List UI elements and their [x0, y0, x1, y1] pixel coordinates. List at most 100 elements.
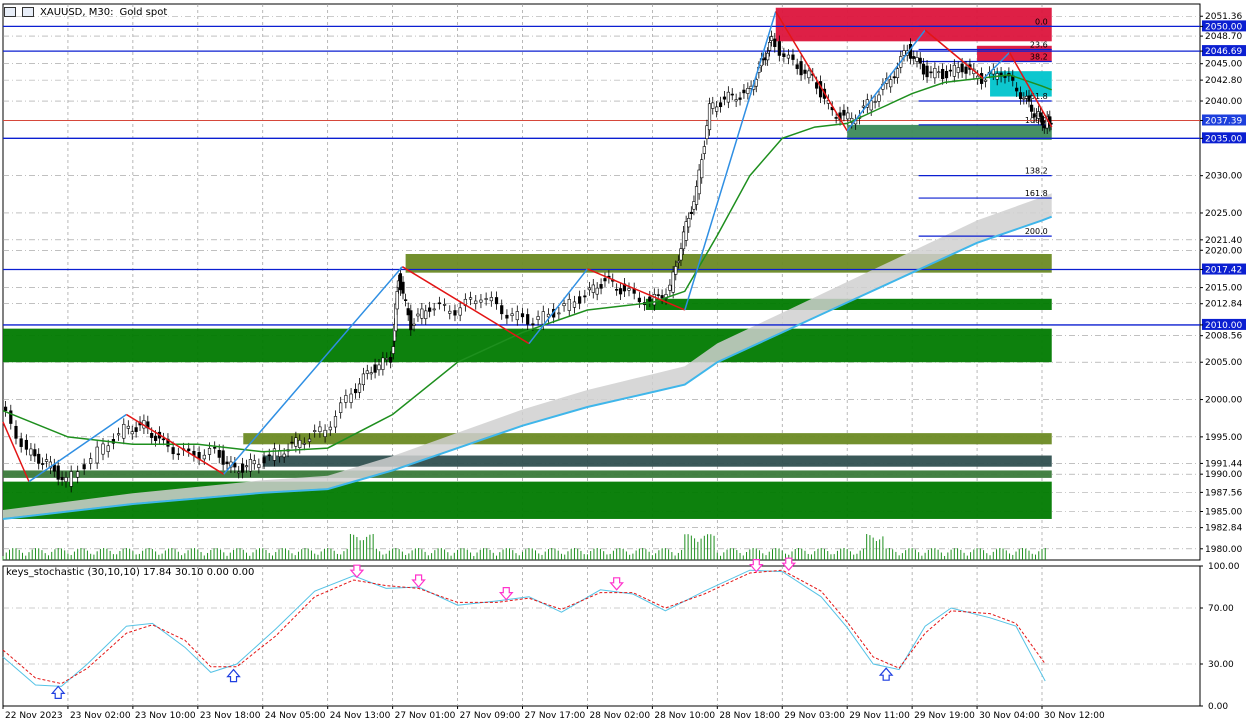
candle-body [767, 42, 772, 51]
price-axis-label: 2040.00 [1205, 97, 1242, 107]
time-axis-label: 23 Nov 18:00 [200, 711, 261, 721]
candle-body [766, 52, 770, 61]
time-axis-label: 24 Nov 13:00 [330, 711, 391, 721]
price-zone [3, 328, 1052, 363]
candle-body [583, 295, 587, 298]
candle-body [956, 67, 960, 73]
time-axis-label: 22 Nov 2023 [5, 711, 63, 721]
candle-body [420, 308, 424, 319]
candle-body [846, 112, 850, 120]
time-axis-label: 28 Nov 10:00 [654, 711, 715, 721]
candle-body [328, 426, 332, 431]
time-axis-label: 29 Nov 11:00 [849, 711, 910, 721]
candle-body [474, 300, 478, 304]
candle-body [282, 453, 286, 458]
candle-body [603, 278, 607, 282]
candle-body [333, 416, 338, 428]
candle-body [738, 97, 742, 100]
candle-body [964, 66, 968, 74]
price-axis-label: 2030.00 [1205, 172, 1242, 182]
candle-body [705, 125, 709, 140]
candle-body [694, 186, 699, 205]
time-axis-label: 27 Nov 09:00 [460, 711, 521, 721]
candle-body [834, 117, 838, 119]
price-axis-label: 2050.00 [1205, 22, 1242, 32]
price-axis-label: 1991.44 [1205, 459, 1242, 469]
candle-body [915, 57, 919, 62]
candle-body [877, 94, 881, 102]
candle-body [150, 432, 154, 438]
candle-body [257, 464, 261, 468]
time-axis-label: 27 Nov 17:00 [525, 711, 586, 721]
candle-body [41, 463, 45, 465]
stochastic-axis-label: 0.00 [1208, 702, 1228, 712]
indicator-title: keys_stochastic (30,10,10) 17.84 30.10 0… [6, 567, 255, 578]
candle-body [861, 105, 866, 108]
candle-body [567, 298, 571, 311]
candle-body [76, 471, 80, 478]
fib-level-label: 23.6 [1030, 41, 1048, 50]
candle-body [357, 383, 362, 393]
candle-body [692, 201, 696, 210]
candle-body [69, 471, 73, 487]
candle-body [349, 393, 353, 403]
candle-body [484, 298, 488, 300]
candle-body [815, 82, 819, 89]
candle-body [369, 372, 373, 375]
candle-body [933, 67, 937, 79]
candle-body [290, 441, 294, 444]
candle-body [674, 266, 678, 275]
candle-body [217, 450, 221, 458]
price-axis-label: 2048.70 [1205, 32, 1242, 42]
candle-body [782, 53, 786, 57]
time-axis-label: 23 Nov 10:00 [135, 711, 196, 721]
candle-body [1030, 104, 1034, 112]
candle-body [187, 448, 191, 452]
candle-body [929, 71, 933, 74]
price-axis-label: 1985.00 [1205, 507, 1242, 517]
candle-body [892, 76, 896, 79]
candle-body [267, 454, 271, 457]
candle-body [130, 431, 134, 435]
price-axis-label: 1987.56 [1205, 488, 1242, 498]
candle-body [344, 395, 348, 403]
fib-level-label: 38.2 [1030, 52, 1048, 61]
one-click-trading-icon[interactable] [22, 7, 34, 17]
candle-body [307, 438, 312, 442]
candle-body [541, 311, 545, 325]
price-axis-label: 1982.84 [1205, 524, 1242, 534]
candle-body [668, 284, 672, 291]
candle-body [595, 287, 599, 295]
candle-body [412, 323, 416, 326]
candle-body [912, 56, 916, 59]
time-axis-label: 23 Nov 02:00 [70, 711, 131, 721]
candle-body [416, 313, 420, 317]
candle-body [730, 93, 734, 96]
candle-body [944, 70, 949, 79]
candle-body [960, 63, 964, 73]
price-axis-label: 2021.40 [1205, 236, 1242, 246]
candle-body [448, 310, 452, 314]
candle-body [122, 423, 126, 439]
chart-menu-icon[interactable] [4, 7, 16, 17]
candle-body [676, 260, 680, 263]
candle-body [1015, 87, 1019, 92]
candle-body [373, 364, 377, 373]
candle-body [500, 305, 504, 315]
time-axis-label: 29 Nov 19:00 [914, 711, 975, 721]
candle-body [302, 443, 306, 445]
candle-body [298, 440, 302, 448]
stochastic-axis-label: 70.00 [1208, 604, 1234, 614]
candle-body [252, 460, 256, 465]
chart-header: XAUUSD, M30: Gold spot [4, 4, 167, 20]
candle-body [591, 284, 595, 293]
price-chart[interactable]: 0.023.638.261.8100.0138.2161.8200.02051.… [0, 0, 1252, 722]
candle-body [244, 465, 249, 468]
price-axis-label: 2046.69 [1205, 47, 1242, 57]
candle-body [1027, 95, 1031, 102]
price-axis-label: 2020.00 [1205, 246, 1242, 256]
candle-body [697, 169, 701, 195]
candle-body [381, 357, 385, 370]
candle-body [702, 146, 706, 154]
candle-body [56, 465, 60, 480]
